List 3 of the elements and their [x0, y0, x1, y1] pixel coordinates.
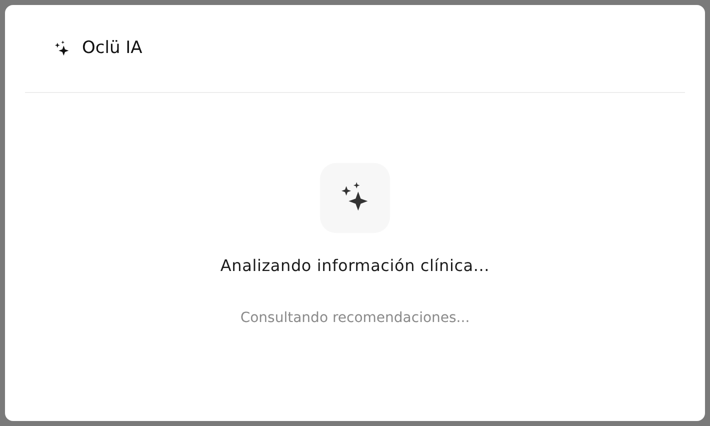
status-message: Analizando información clínica...: [220, 255, 490, 277]
dialog-title: Oclü IA: [82, 36, 142, 60]
status-detail: Consultando recomendaciones...: [240, 309, 470, 328]
